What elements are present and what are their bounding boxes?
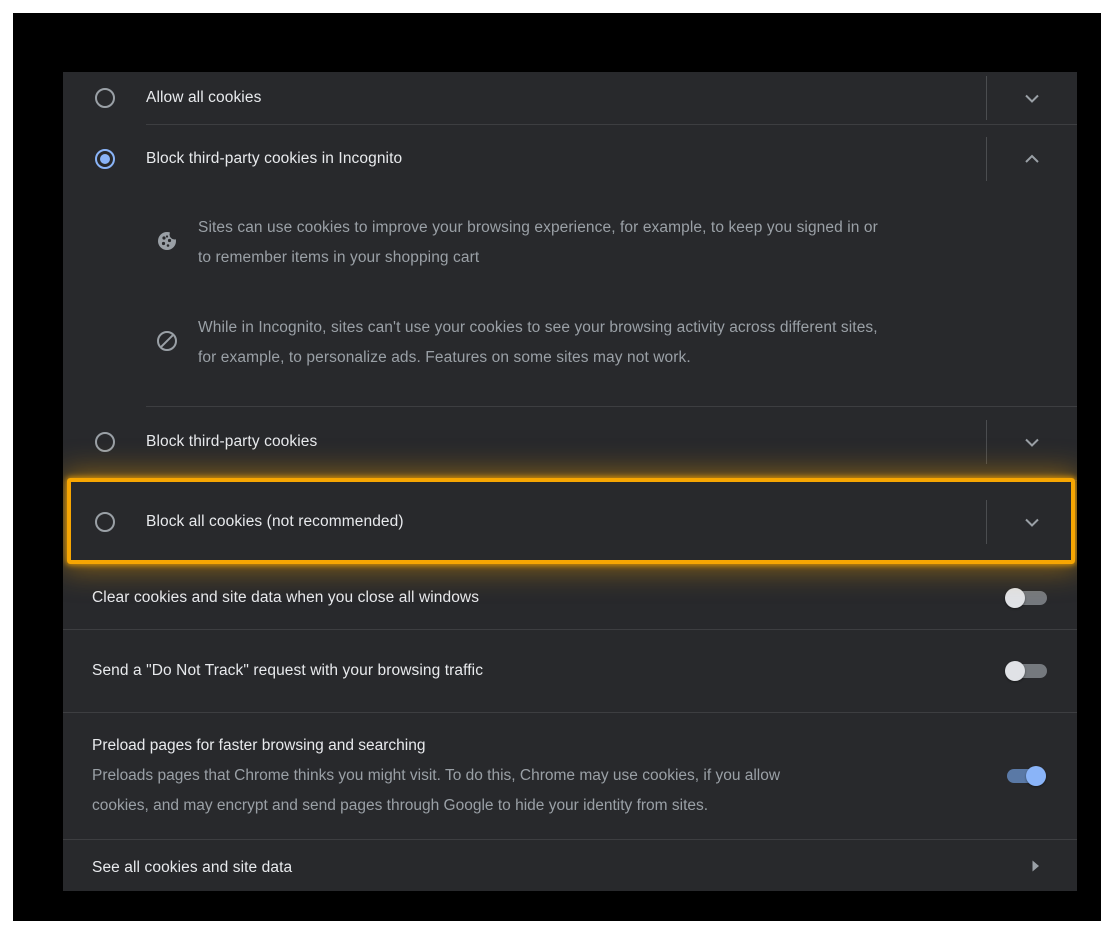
description-line: cookies, and may encrypt and send pages … [92, 791, 964, 821]
highlighted-row-wrapper: Block all cookies (not recommended) [63, 480, 1077, 566]
detail-text: Sites can use cookies to improve your br… [198, 213, 878, 273]
row-preload-pages[interactable]: Preload pages for faster browsing and se… [63, 713, 1077, 839]
row-clear-cookies-on-close[interactable]: Clear cookies and site data when you clo… [63, 566, 1077, 629]
radio-option-label: Block all cookies (not recommended) [146, 513, 986, 531]
detail-text: While in Incognito, sites can't use your… [198, 313, 878, 373]
row-label: Send a "Do Not Track" request with your … [92, 662, 1005, 680]
detail-line: to remember items in your shopping cart [198, 243, 878, 273]
radio-option-block-third-party[interactable]: Block third-party cookies [63, 407, 1077, 476]
row-label: Preload pages for faster browsing and se… [92, 731, 964, 761]
toggle-knob [1005, 588, 1025, 608]
cookie-settings-panel: Allow all cookies Block third-party cook… [63, 72, 1077, 891]
radio-button-selected[interactable] [95, 149, 115, 169]
description-line: Preloads pages that Chrome thinks you mi… [92, 761, 964, 791]
chevron-down-icon [1020, 86, 1044, 110]
toggle-off[interactable] [1005, 588, 1047, 608]
expand-button[interactable] [987, 72, 1077, 124]
row-label: See all cookies and site data [92, 859, 1025, 877]
collapse-button[interactable] [987, 125, 1077, 193]
detail-line: Sites can use cookies to improve your br… [198, 213, 878, 243]
toggle-on[interactable] [1004, 766, 1046, 786]
expand-button[interactable] [987, 481, 1077, 562]
radio-button-unselected[interactable] [95, 88, 115, 108]
radio-option-block-all-cookies[interactable]: Block all cookies (not recommended) [63, 481, 1077, 562]
chevron-down-icon [1020, 430, 1044, 454]
toggle-knob [1005, 661, 1025, 681]
screenshot-canvas: Allow all cookies Block third-party cook… [0, 0, 1114, 935]
toggle-knob [1026, 766, 1046, 786]
detail-item-cookies: Sites can use cookies to improve your br… [63, 213, 1077, 273]
toggle-off[interactable] [1005, 661, 1047, 681]
row-label: Clear cookies and site data when you clo… [92, 589, 1005, 607]
detail-line: for example, to personalize ads. Feature… [198, 343, 878, 373]
radio-option-label: Block third-party cookies [146, 433, 986, 451]
cookie-icon [155, 229, 179, 253]
radio-option-block-third-party-incognito[interactable]: Block third-party cookies in Incognito [63, 125, 1077, 193]
row-see-all-cookies[interactable]: See all cookies and site data [63, 840, 1077, 891]
arrow-right-icon [1025, 856, 1045, 881]
blocked-icon [155, 329, 179, 353]
radio-option-label: Block third-party cookies in Incognito [146, 150, 986, 168]
detail-line: While in Incognito, sites can't use your… [198, 313, 878, 343]
detail-item-incognito-block: While in Incognito, sites can't use your… [63, 313, 1077, 373]
row-description: Preloads pages that Chrome thinks you mi… [92, 761, 964, 821]
radio-option-allow-all-cookies[interactable]: Allow all cookies [63, 72, 1077, 124]
radio-button-unselected[interactable] [95, 512, 115, 532]
expand-button[interactable] [987, 407, 1077, 476]
radio-option-label: Allow all cookies [146, 89, 986, 107]
chevron-up-icon [1020, 147, 1044, 171]
chevron-down-icon [1020, 510, 1044, 534]
row-do-not-track[interactable]: Send a "Do Not Track" request with your … [63, 630, 1077, 712]
window-frame: Allow all cookies Block third-party cook… [13, 13, 1101, 921]
row-text-block: Preload pages for faster browsing and se… [92, 731, 1004, 821]
radio-button-unselected[interactable] [95, 432, 115, 452]
